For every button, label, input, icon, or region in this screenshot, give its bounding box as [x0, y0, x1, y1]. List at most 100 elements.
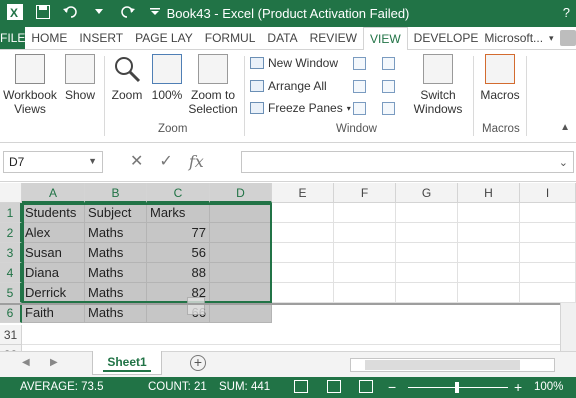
- enter-icon[interactable]: ✓: [159, 151, 172, 171]
- cell-d6[interactable]: [210, 303, 272, 323]
- cell-empty[interactable]: [396, 263, 458, 283]
- tab-home[interactable]: HOME: [25, 27, 73, 49]
- avatar[interactable]: [559, 30, 576, 46]
- tab-view[interactable]: VIEW: [362, 27, 408, 51]
- cell-b4[interactable]: Maths: [85, 263, 147, 283]
- collapse-ribbon-icon[interactable]: ▲: [560, 122, 570, 133]
- row-header-3[interactable]: 3: [0, 243, 22, 263]
- column-header-e[interactable]: E: [272, 183, 334, 203]
- cell-a4[interactable]: Diana: [22, 263, 85, 283]
- row-header-5[interactable]: 5: [0, 283, 22, 303]
- cell-empty[interactable]: [396, 203, 458, 223]
- cell-empty[interactable]: [458, 283, 520, 303]
- switch-windows-button[interactable]: Switch Windows: [406, 54, 470, 116]
- workbook-views-button[interactable]: Workbook Views: [2, 54, 58, 116]
- row-header-4[interactable]: 4: [0, 263, 22, 283]
- tab-review[interactable]: REVIEW: [304, 27, 363, 49]
- cell-c2[interactable]: 77: [147, 223, 210, 243]
- cell-d3[interactable]: [210, 243, 272, 263]
- cell-a5[interactable]: Derrick: [22, 283, 85, 303]
- cell-a1[interactable]: Students: [22, 203, 85, 223]
- page-break-view-icon[interactable]: [359, 380, 373, 393]
- cell-empty[interactable]: [272, 263, 334, 283]
- zoom-button[interactable]: Zoom: [108, 54, 146, 102]
- formula-input[interactable]: ⌄: [241, 151, 574, 173]
- column-header-g[interactable]: G: [396, 183, 458, 203]
- show-button[interactable]: Show: [60, 54, 100, 102]
- cell-empty[interactable]: [272, 223, 334, 243]
- cell-empty[interactable]: [334, 283, 396, 303]
- cell-empty[interactable]: [334, 203, 396, 223]
- horizontal-scrollbar[interactable]: [350, 358, 555, 372]
- select-all-button[interactable]: [0, 183, 22, 203]
- tab-insert[interactable]: INSERT: [73, 27, 129, 49]
- cell-d1[interactable]: [210, 203, 272, 223]
- zoom-out-icon[interactable]: −: [388, 379, 396, 395]
- cell-empty[interactable]: [458, 243, 520, 263]
- cell-c1[interactable]: Marks: [147, 203, 210, 223]
- cancel-icon[interactable]: ✕: [130, 151, 143, 171]
- cell-empty[interactable]: [458, 263, 520, 283]
- cell-empty[interactable]: [396, 243, 458, 263]
- hide-icon[interactable]: [353, 80, 366, 93]
- arrange-all-button[interactable]: Arrange All: [250, 79, 327, 93]
- cell-a3[interactable]: Susan: [22, 243, 85, 263]
- synchronous-scrolling-icon[interactable]: [382, 80, 395, 93]
- name-box-value[interactable]: D7: [9, 155, 24, 169]
- row-header-2[interactable]: 2: [0, 223, 22, 243]
- cell-empty[interactable]: [334, 263, 396, 283]
- cell-a2[interactable]: Alex: [22, 223, 85, 243]
- cell-b6[interactable]: Maths: [85, 303, 147, 323]
- account-area[interactable]: Microsoft... ▾: [484, 27, 576, 49]
- vertical-scrollbar[interactable]: [560, 303, 576, 351]
- new-window-button[interactable]: New Window: [250, 56, 338, 70]
- row-header-1[interactable]: 1: [0, 203, 22, 223]
- column-header-f[interactable]: F: [334, 183, 396, 203]
- chevron-down-icon[interactable]: ▼: [88, 156, 97, 166]
- cell-empty[interactable]: [520, 263, 576, 283]
- tab-developer[interactable]: DEVELOPE: [408, 27, 485, 49]
- cell-d5[interactable]: [210, 283, 272, 303]
- cell-empty[interactable]: [272, 203, 334, 223]
- add-sheet-icon[interactable]: +: [190, 355, 206, 371]
- column-header-d[interactable]: D: [210, 183, 272, 203]
- column-header-b[interactable]: B: [85, 183, 147, 203]
- split-icon[interactable]: [353, 57, 366, 70]
- zoom-in-icon[interactable]: +: [514, 379, 522, 395]
- freeze-panes-button[interactable]: Freeze Panes ▾: [250, 101, 351, 115]
- tab-formulas[interactable]: FORMUL: [199, 27, 262, 49]
- cell-empty[interactable]: [458, 203, 520, 223]
- tab-file[interactable]: FILE: [0, 27, 26, 49]
- zoom-to-selection-button[interactable]: Zoom to Selection: [186, 54, 240, 116]
- expand-formula-icon[interactable]: ⌄: [559, 156, 568, 169]
- column-header-i[interactable]: I: [520, 183, 576, 203]
- cell-d4[interactable]: [210, 263, 272, 283]
- account-name[interactable]: Microsoft...: [484, 31, 543, 45]
- cell-empty[interactable]: [520, 223, 576, 243]
- zoom-level[interactable]: 100%: [534, 381, 563, 393]
- view-side-by-side-icon[interactable]: [382, 57, 395, 70]
- cell-c4[interactable]: 88: [147, 263, 210, 283]
- chevron-down-icon[interactable]: ▾: [549, 33, 554, 44]
- normal-view-icon[interactable]: [294, 380, 308, 393]
- tab-page-layout[interactable]: PAGE LAY: [129, 27, 199, 49]
- name-box[interactable]: D7 ▼: [3, 151, 103, 173]
- next-sheet-icon[interactable]: ▶: [50, 357, 58, 368]
- cell-empty[interactable]: [334, 223, 396, 243]
- row-31-cells[interactable]: [22, 325, 576, 345]
- help-button[interactable]: ?: [563, 5, 570, 20]
- cell-empty[interactable]: [458, 223, 520, 243]
- quick-analysis-icon[interactable]: [187, 297, 205, 315]
- zoom-100-button[interactable]: 100%: [150, 54, 184, 102]
- zoom-slider-thumb[interactable]: [455, 382, 459, 393]
- tab-data[interactable]: DATA: [261, 27, 303, 49]
- row-header-31[interactable]: 31: [0, 325, 22, 345]
- cell-empty[interactable]: [520, 203, 576, 223]
- cell-empty[interactable]: [520, 243, 576, 263]
- insert-function-icon[interactable]: fx: [189, 152, 204, 171]
- cell-empty[interactable]: [396, 223, 458, 243]
- sheet-tab-sheet1[interactable]: Sheet1: [92, 351, 162, 375]
- cell-empty[interactable]: [272, 283, 334, 303]
- column-header-a[interactable]: A: [22, 183, 85, 203]
- worksheet-grid[interactable]: A B C D E F G H I 1 2 3 4 5 6 31 32 Stud…: [0, 183, 576, 351]
